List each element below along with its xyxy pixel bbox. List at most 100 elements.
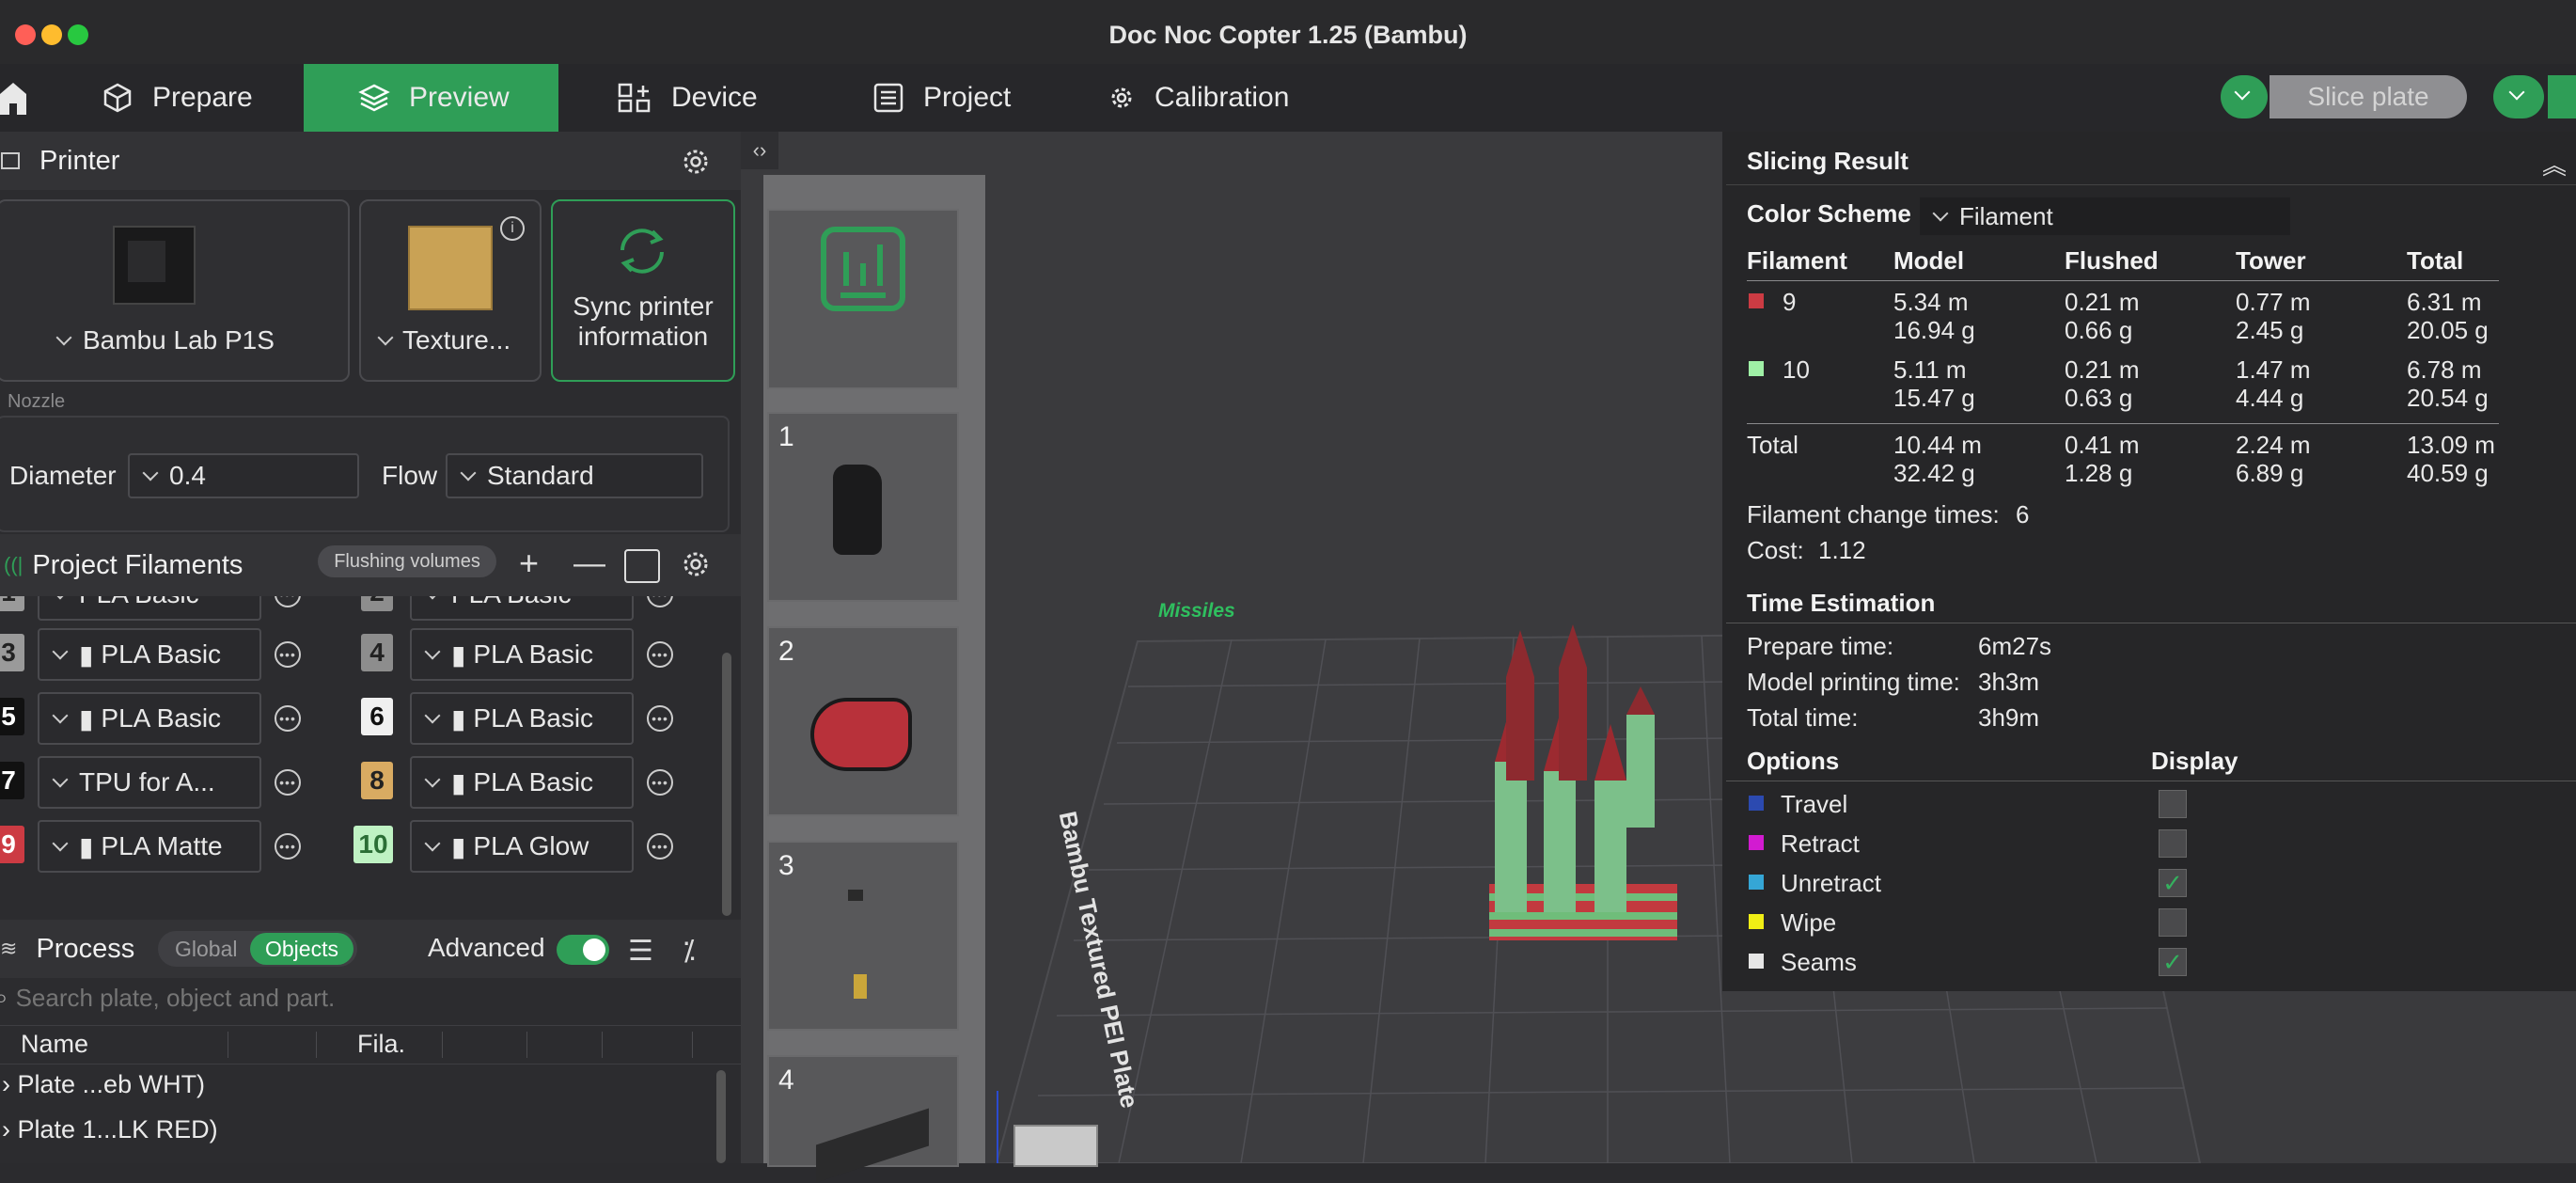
model-usage: 5.11 m 15.47 g — [1893, 355, 1975, 412]
option-wipe-checkbox[interactable] — [2159, 908, 2187, 937]
more-options-icon[interactable]: ••• — [647, 705, 673, 732]
filament-select[interactable]: ▮ PLA Basic — [38, 692, 261, 745]
small-part-preview — [854, 974, 867, 999]
more-options-icon[interactable]: ••• — [647, 641, 673, 668]
plate-thumbnail[interactable]: 4 — [767, 1055, 959, 1183]
tab-preview[interactable]: Preview — [304, 64, 558, 132]
rocket-models — [1489, 624, 1677, 940]
filament-list-scrollbar[interactable] — [722, 653, 731, 916]
tab-preview-label: Preview — [409, 82, 510, 113]
object-list-item[interactable]: › Plate 1...LK RED) — [2, 1115, 218, 1144]
tab-prepare[interactable]: Prepare — [102, 64, 299, 132]
flow-select[interactable]: Standard — [446, 453, 703, 498]
filament-select[interactable]: ▮ PLA Basic — [410, 756, 634, 809]
plate-type-card[interactable]: i Texture... — [359, 199, 542, 382]
plate-thumbnail[interactable]: 1 — [767, 412, 959, 602]
sync-filaments-icon[interactable] — [624, 549, 660, 583]
printer-icon — [1, 152, 20, 169]
filament-id: 9 — [1783, 288, 1797, 316]
total-time-value: 3h9m — [1978, 703, 2040, 732]
option-unretract-checkbox[interactable] — [2159, 869, 2187, 897]
print-plate-button[interactable] — [2548, 75, 2576, 118]
slice-plate-button[interactable]: Slice plate — [2270, 75, 2467, 118]
filament-number: 4 — [361, 634, 393, 671]
model-column-header: Model — [1893, 246, 1965, 275]
more-options-icon[interactable]: ••• — [275, 596, 301, 607]
model-usage: 10.44 m 32.42 g — [1893, 431, 1982, 487]
option-color-swatch — [1749, 875, 1764, 890]
flow-label: Flow — [382, 461, 438, 490]
filament-settings-icon[interactable] — [681, 549, 711, 579]
option-seams-checkbox[interactable] — [2159, 948, 2187, 976]
tab-device[interactable]: Device — [617, 64, 833, 132]
printer-model-card[interactable]: Bambu Lab P1S — [0, 199, 350, 382]
total-column-header: Total — [2407, 246, 2464, 275]
advanced-toggle[interactable] — [557, 935, 609, 965]
diameter-select[interactable]: 0.4 — [128, 453, 359, 498]
tab-calibration[interactable]: Calibration — [1107, 64, 1352, 132]
small-part-preview — [848, 890, 863, 901]
length-value: 6.78 m — [2407, 355, 2482, 384]
filament-list: 1 PLA Basic ••• 2 PLA Basic ••• 3 ▮PLA B… — [0, 596, 724, 878]
home-icon[interactable] — [0, 77, 28, 118]
list-view-icon[interactable]: ☰ — [628, 935, 653, 968]
plate-stats-thumbnail[interactable] — [767, 209, 959, 389]
slice-dropdown-button[interactable] — [2221, 75, 2268, 118]
tab-project-label: Project — [923, 82, 1012, 113]
filament-number: 2 — [361, 596, 393, 611]
sync-printer-button[interactable]: Sync printer information — [551, 199, 735, 382]
option-retract-checkbox[interactable] — [2159, 829, 2187, 858]
plate-number: 2 — [778, 636, 794, 667]
global-option[interactable]: Global — [175, 937, 237, 962]
objects-option[interactable]: Objects — [250, 933, 353, 965]
more-options-icon[interactable]: ••• — [275, 705, 301, 732]
flushing-volumes-button[interactable]: Flushing volumes — [318, 545, 496, 577]
printer-section-header[interactable]: Printer — [0, 132, 741, 190]
print-dropdown-button[interactable] — [2493, 75, 2544, 118]
plate-thumbnail[interactable]: 2 — [767, 626, 959, 816]
object-list-scrollbar[interactable] — [716, 1070, 726, 1163]
add-filament-icon[interactable]: + — [519, 544, 539, 583]
collapse-panel-icon[interactable]: ︽ — [2542, 147, 2567, 181]
plate-model-preview — [816, 1108, 929, 1183]
filament-select[interactable]: ▮ PLA Matte — [38, 820, 261, 873]
plate-image — [408, 226, 493, 310]
edit-params-icon[interactable]: ⁒ — [683, 935, 696, 968]
more-options-icon[interactable]: ••• — [275, 769, 301, 796]
option-color-swatch — [1749, 954, 1764, 969]
more-options-icon[interactable]: ••• — [275, 641, 301, 668]
filament-select[interactable]: PLA Basic — [410, 596, 634, 621]
total-usage: 13.09 m 40.59 g — [2407, 431, 2495, 487]
layers-icon — [358, 84, 390, 112]
color-scheme-select[interactable]: Filament — [1920, 197, 2290, 235]
collapse-sidebar-icon[interactable]: ‹› — [741, 132, 778, 169]
advanced-label: Advanced — [428, 933, 545, 962]
filament-select[interactable]: ▮ PLA Basic — [38, 628, 261, 681]
option-color-swatch — [1749, 914, 1764, 929]
plate-model-preview — [833, 465, 882, 555]
more-options-icon[interactable]: ••• — [647, 769, 673, 796]
object-search[interactable]: ⌕ — [0, 982, 741, 1014]
more-options-icon[interactable]: ••• — [647, 596, 673, 607]
more-options-icon[interactable]: ••• — [647, 833, 673, 860]
filament-select[interactable]: ▮ PLA Glow — [410, 820, 634, 873]
tab-project[interactable]: Project — [872, 64, 1079, 132]
length-value: 0.21 m — [2065, 355, 2140, 384]
filament-select[interactable]: ▮ PLA Basic — [410, 628, 634, 681]
printer-settings-icon[interactable] — [681, 147, 711, 177]
filament-select[interactable]: PLA Basic — [38, 596, 261, 621]
more-options-icon[interactable]: ••• — [275, 833, 301, 860]
tower-usage: 0.77 m 2.45 g — [2236, 288, 2311, 344]
object-list-item[interactable]: › Plate ...eb WHT) — [2, 1070, 205, 1099]
search-input[interactable] — [13, 982, 714, 1014]
option-travel-checkbox[interactable] — [2159, 790, 2187, 818]
filament-color-swatch — [1749, 361, 1764, 376]
filament-select[interactable]: ▮ PLA Basic — [410, 692, 634, 745]
filament-select[interactable]: TPU for A... — [38, 756, 261, 809]
info-icon[interactable]: i — [500, 216, 525, 241]
printer-section-title: Printer — [39, 145, 120, 176]
remove-filament-icon[interactable]: — — [573, 545, 605, 582]
plate-thumbnail[interactable]: 3 — [767, 841, 959, 1031]
filament-number: 3 — [0, 634, 24, 671]
device-icon — [618, 83, 651, 113]
